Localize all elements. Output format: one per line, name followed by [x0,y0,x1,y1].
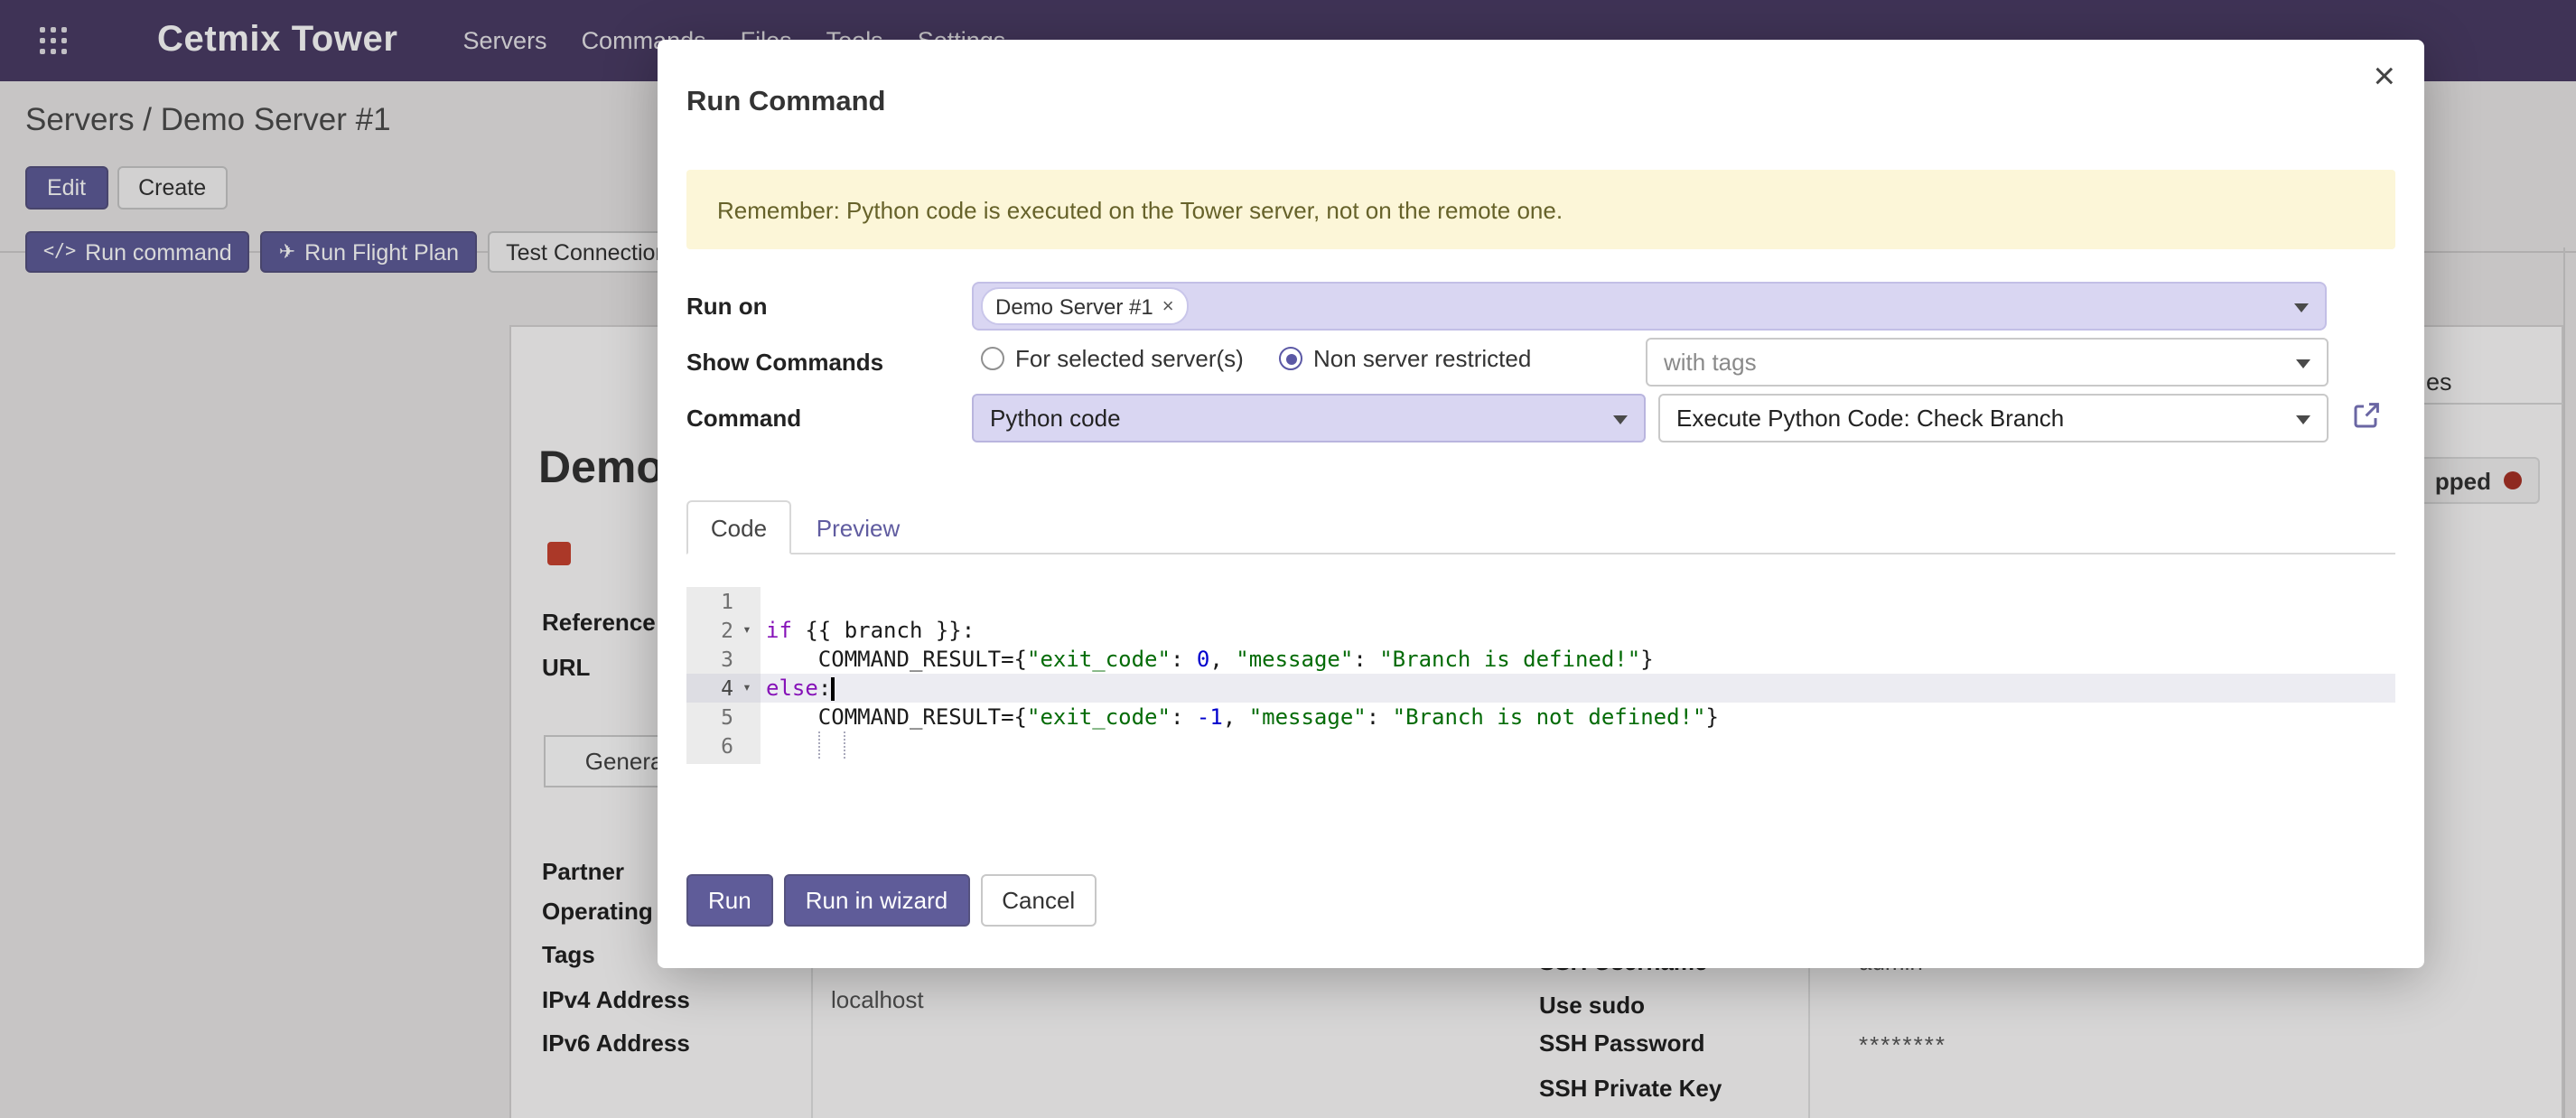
radio-icon [981,347,1004,370]
run-in-wizard-button[interactable]: Run in wizard [784,874,970,927]
command-value: Execute Python Code: Check Branch [1676,405,2064,432]
command-type-select[interactable]: Python code [972,394,1646,443]
code-editor[interactable]: 12▾34▾56 if {{ branch }}: COMMAND_RESULT… [686,587,2395,764]
radio-non-server-restricted[interactable]: Non server restricted [1279,345,1531,372]
chevron-down-icon [2296,359,2310,368]
app: Cetmix Tower ServersCommandsFilesToolsSe… [0,0,2576,1118]
chevron-down-icon [2296,415,2310,424]
server-tag-chip: Demo Server #1 × [981,287,1189,325]
modal-footer: Run Run in wizard Cancel [686,874,1097,927]
run-on-label: Run on [686,293,768,320]
gutter-line: 5 [686,703,761,731]
gutter-line: 1 [686,587,761,616]
run-command-modal: Run Command × Remember: Python code is e… [658,40,2424,968]
python-warning-alert: Remember: Python code is executed on the… [686,170,2395,249]
gutter-line: 2▾ [686,616,761,645]
code-line: COMMAND_RESULT={"exit_code": -1, "messag… [761,703,2395,731]
radio-icon [1279,347,1302,370]
radio-label: For selected server(s) [1015,345,1244,372]
external-link-icon[interactable] [2352,401,2381,430]
code-line [761,587,2395,616]
fold-arrow-icon[interactable]: ▾ [733,674,761,703]
fold-spacer [733,703,761,731]
remove-tag-icon[interactable]: × [1162,295,1174,317]
command-type-value: Python code [990,405,1121,432]
modal-title: Run Command [686,87,885,119]
with-tags-placeholder: with tags [1664,349,1757,376]
with-tags-select[interactable]: with tags [1646,338,2329,387]
radio-for-selected-servers[interactable]: For selected server(s) [981,345,1244,372]
gutter-line: 4▾ [686,674,761,703]
close-icon[interactable]: × [2373,54,2395,99]
indent-guide [844,731,845,759]
run-on-select[interactable]: Demo Server #1 × [972,282,2327,331]
show-commands-label: Show Commands [686,349,883,376]
radio-label: Non server restricted [1313,345,1531,372]
fold-spacer [733,731,761,760]
cancel-button[interactable]: Cancel [980,874,1097,927]
code-line [761,731,2395,760]
code-line: else: [761,674,2395,703]
code-line: if {{ branch }}: [761,616,2395,645]
fold-spacer [733,587,761,616]
indent-guide [818,731,820,759]
chevron-down-icon [2294,303,2309,312]
editor-gutter: 12▾34▾56 [686,587,761,764]
tab-code[interactable]: Code [686,500,791,554]
fold-arrow-icon[interactable]: ▾ [733,616,761,645]
editor-code: if {{ branch }}: COMMAND_RESULT={"exit_c… [761,587,2395,760]
text-cursor [831,677,834,701]
gutter-line: 3 [686,645,761,674]
gutter-line: 6 [686,731,761,760]
tabs-underline [686,553,2395,554]
code-line: COMMAND_RESULT={"exit_code": 0, "message… [761,645,2395,674]
command-select[interactable]: Execute Python Code: Check Branch [1658,394,2329,443]
run-button[interactable]: Run [686,874,773,927]
tab-preview[interactable]: Preview [806,500,910,554]
fold-spacer [733,645,761,674]
server-tag-label: Demo Server #1 [995,293,1153,319]
chevron-down-icon [1613,415,1628,424]
command-label: Command [686,405,801,432]
